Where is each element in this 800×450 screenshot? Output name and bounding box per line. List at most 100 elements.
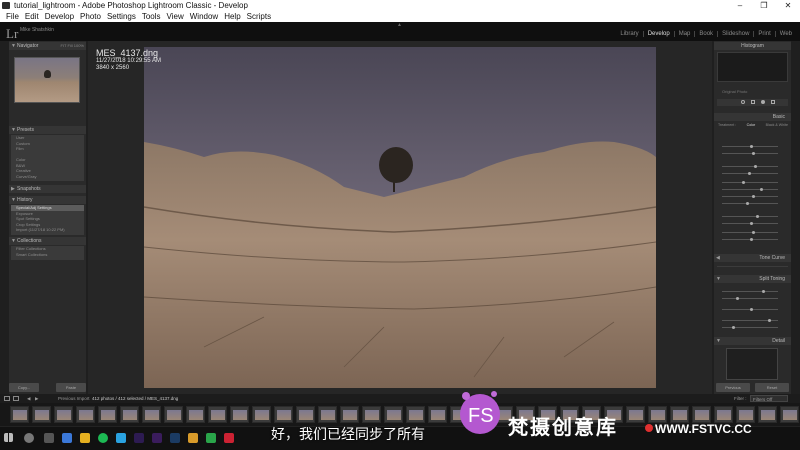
source-label[interactable]: Previous Import <box>58 394 90 403</box>
browser-icon[interactable] <box>62 433 72 443</box>
filmstrip-thumbnail[interactable] <box>98 406 117 423</box>
filmstrip-thumbnail[interactable] <box>626 406 645 423</box>
original-photo-checkbox[interactable]: Original Photo <box>722 89 747 94</box>
task-view-icon[interactable] <box>44 433 54 443</box>
filmstrip-thumbnail[interactable] <box>10 406 29 423</box>
close-button[interactable]: ✕ <box>776 0 800 11</box>
histogram-header[interactable]: Histogram <box>714 42 791 50</box>
filmstrip-thumbnail[interactable] <box>54 406 73 423</box>
filmstrip-thumbnail[interactable] <box>340 406 359 423</box>
histogram[interactable] <box>717 52 788 82</box>
previous-button[interactable]: Previous <box>716 383 750 392</box>
grid-view-icon[interactable] <box>13 396 19 401</box>
filmstrip-thumbnail[interactable] <box>714 406 733 423</box>
back-arrow-icon[interactable]: ◀ <box>27 394 30 403</box>
filmstrip-thumbnail[interactable] <box>758 406 777 423</box>
filmstrip-thumbnail[interactable] <box>142 406 161 423</box>
brush-icon[interactable] <box>771 100 775 104</box>
filmstrip-thumbnail[interactable] <box>362 406 381 423</box>
filmstrip-thumbnail[interactable] <box>186 406 205 423</box>
filmstrip-thumbnail[interactable] <box>32 406 51 423</box>
filmstrip-thumbnail[interactable] <box>428 406 447 423</box>
menu-view[interactable]: View <box>164 11 187 22</box>
shadows-hue-slider[interactable] <box>722 319 778 322</box>
basic-header[interactable]: Basic <box>714 113 791 121</box>
app-icon[interactable] <box>206 433 216 443</box>
clarity-slider[interactable] <box>722 215 778 218</box>
menu-tools[interactable]: Tools <box>139 11 164 22</box>
collection-item[interactable]: Smart Collections <box>11 252 84 258</box>
navigator-header[interactable]: ▼ Navigator FIT Fill 100% <box>9 42 86 50</box>
collapse-top-icon[interactable]: ▲ <box>397 22 402 28</box>
navigator-zoom-options[interactable]: FIT Fill 100% <box>61 42 85 50</box>
menu-scripts[interactable]: Scripts <box>244 11 274 22</box>
minimize-button[interactable]: – <box>728 0 752 11</box>
filmstrip-thumbnail[interactable] <box>670 406 689 423</box>
treatment-color[interactable]: Color <box>747 123 756 127</box>
blacks-slider[interactable] <box>722 202 778 205</box>
menu-edit[interactable]: Edit <box>22 11 42 22</box>
filmstrip-thumbnail[interactable] <box>692 406 711 423</box>
after-effects-icon[interactable] <box>152 433 162 443</box>
menu-help[interactable]: Help <box>221 11 243 22</box>
menu-develop[interactable]: Develop <box>42 11 77 22</box>
filmstrip-thumbnail[interactable] <box>296 406 315 423</box>
collections-header[interactable]: ▼ Collections <box>9 237 86 245</box>
search-icon[interactable] <box>24 433 34 443</box>
exposure-slider[interactable] <box>722 165 778 168</box>
saturation-slider[interactable] <box>722 238 778 241</box>
red-eye-icon[interactable] <box>751 100 755 104</box>
module-develop[interactable]: Develop <box>642 31 674 37</box>
filmstrip-thumbnail[interactable] <box>318 406 337 423</box>
secondary-display-icon[interactable] <box>4 396 10 401</box>
filmstrip-thumbnail[interactable] <box>780 406 799 423</box>
split-toning-header[interactable]: ▼ Split Toning <box>714 275 791 283</box>
highlights-saturation-slider[interactable] <box>722 297 778 300</box>
shadows-saturation-slider[interactable] <box>722 326 778 329</box>
main-photo[interactable] <box>144 47 656 388</box>
reset-button[interactable]: Reset <box>755 383 789 392</box>
module-slideshow[interactable]: Slideshow <box>717 31 753 37</box>
illustrator-icon[interactable] <box>188 433 198 443</box>
detail-preview[interactable] <box>726 348 778 380</box>
photoshop-icon[interactable] <box>170 433 180 443</box>
temp-slider[interactable] <box>722 145 778 148</box>
filmstrip-thumbnail[interactable] <box>736 406 755 423</box>
history-item[interactable]: Import (11/27/18 10:22 PM) <box>11 227 84 233</box>
balance-slider[interactable] <box>722 308 778 311</box>
tone-curve-header[interactable]: ◀ Tone Curve <box>714 254 791 262</box>
module-web[interactable]: Web <box>774 31 796 37</box>
radial-filter-icon[interactable] <box>761 100 765 104</box>
module-map[interactable]: Map <box>673 31 695 37</box>
snapshots-header[interactable]: ▶ Snapshots <box>9 185 86 193</box>
highlights-hue-slider[interactable] <box>722 290 778 293</box>
module-book[interactable]: Book <box>694 31 717 37</box>
windows-start-icon[interactable] <box>4 433 13 442</box>
spot-removal-icon[interactable] <box>741 100 745 104</box>
presets-header[interactable]: ▼ Presets <box>9 126 86 134</box>
treatment-bw[interactable]: Black & White <box>766 123 788 127</box>
contrast-slider[interactable] <box>722 172 778 175</box>
menu-photo[interactable]: Photo <box>77 11 104 22</box>
menu-file[interactable]: File <box>3 11 22 22</box>
module-print[interactable]: Print <box>753 31 774 37</box>
filmstrip-thumbnail[interactable] <box>208 406 227 423</box>
navigator-preview[interactable] <box>14 57 80 103</box>
filmstrip-thumbnail[interactable] <box>252 406 271 423</box>
paste-button[interactable]: Paste <box>56 383 86 392</box>
filmstrip-thumbnail[interactable] <box>230 406 249 423</box>
explorer-icon[interactable] <box>80 433 90 443</box>
dehaze-slider[interactable] <box>722 222 778 225</box>
filter-select[interactable]: Filters Off <box>750 395 788 402</box>
detail-header[interactable]: ▼ Detail <box>714 337 791 345</box>
maximize-button[interactable]: ❐ <box>752 0 776 11</box>
forward-arrow-icon[interactable]: ▶ <box>35 394 38 403</box>
filmstrip-thumbnail[interactable] <box>648 406 667 423</box>
filmstrip-thumbnail[interactable] <box>274 406 293 423</box>
filmstrip-thumbnail[interactable] <box>406 406 425 423</box>
preset-item[interactable]: Curve/Gray <box>11 174 84 180</box>
menu-settings[interactable]: Settings <box>104 11 139 22</box>
shadows-slider[interactable] <box>722 188 778 191</box>
premiere-icon[interactable] <box>134 433 144 443</box>
history-header[interactable]: ▼ History <box>9 196 86 204</box>
